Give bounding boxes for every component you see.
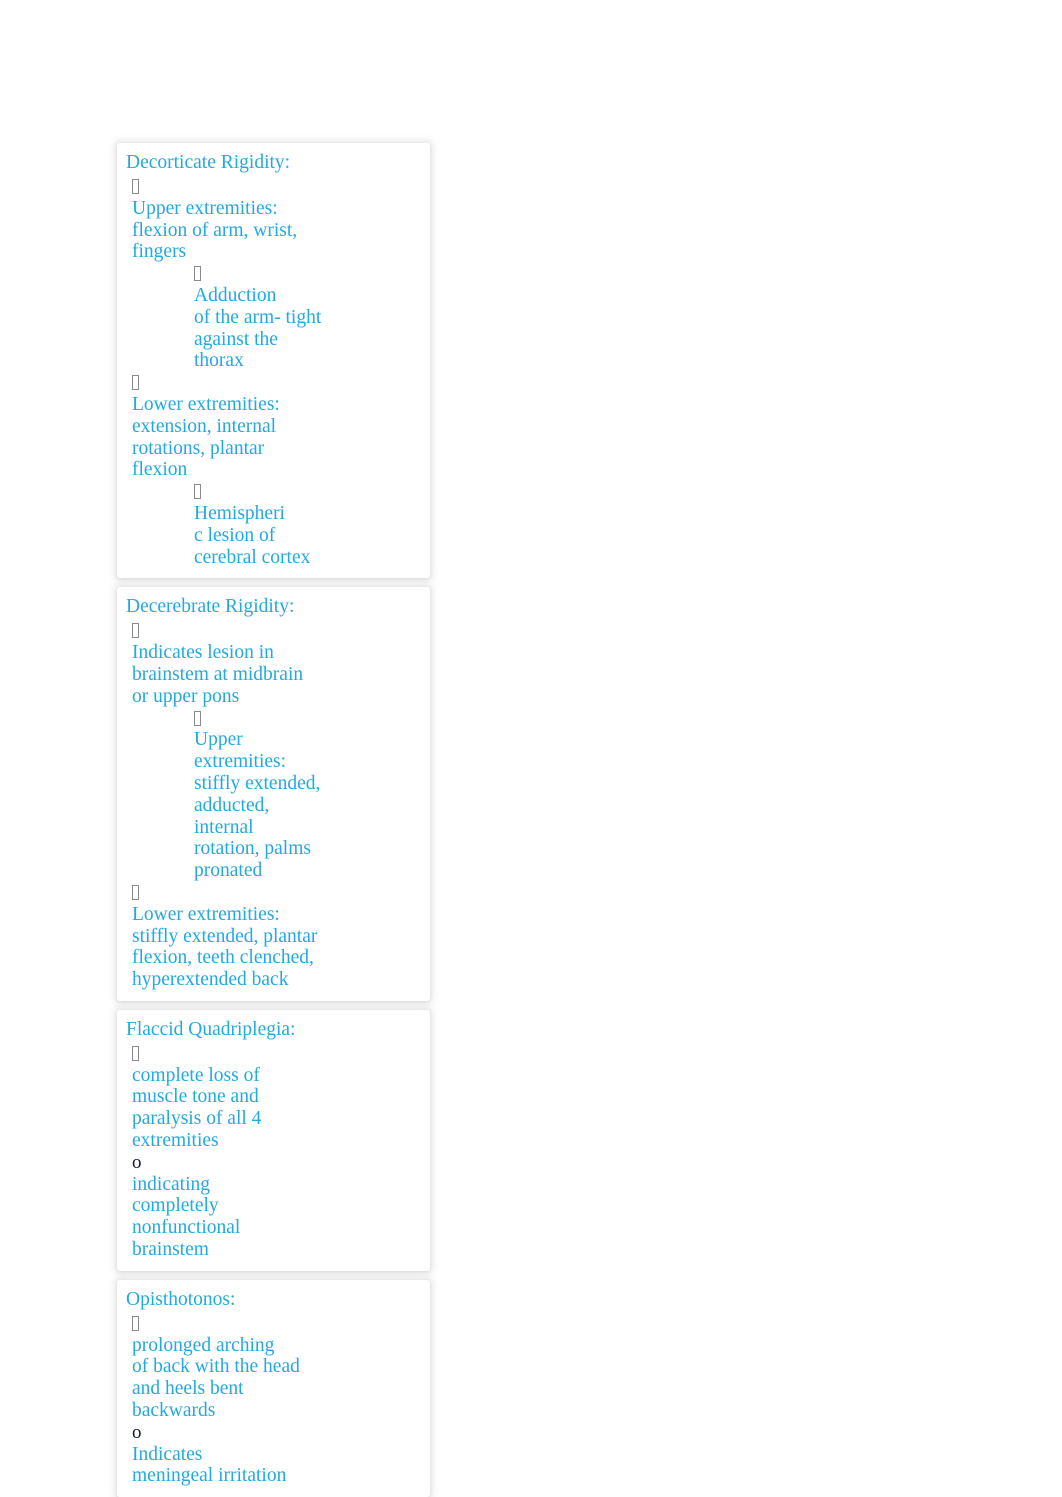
document-section-card: Decerebrate Rigidity: Indicates lesion in… xyxy=(117,587,430,1001)
missing-glyph-bullet-icon xyxy=(132,1045,139,1061)
bullet-text-line: Indicates xyxy=(132,1443,203,1465)
missing-glyph-bullet-icon xyxy=(194,266,201,282)
bullet-text-line: thorax xyxy=(194,350,244,372)
bullet-item: o indicating completely nonfunctional brains… xyxy=(117,1152,430,1261)
bullet-text: Lower extremities: extension, internal rot… xyxy=(132,394,430,481)
bullet-text-line: or upper pons xyxy=(132,685,240,707)
bullet-text: prolonged arching of back with the head an… xyxy=(132,1335,430,1422)
missing-glyph-bullet-icon xyxy=(194,710,201,726)
bullet-text-line: meningeal irritation xyxy=(132,1465,287,1487)
bullet-text-line: c lesion of xyxy=(194,524,276,546)
bullet-text-line: fingers xyxy=(132,241,187,263)
bullet-text-line: stiffly extended, xyxy=(194,772,321,794)
document-canvas: Decorticate Rigidity: Upper extremities: f… xyxy=(0,0,1062,1497)
bullet-item: Hemispheri c lesion of cerebral cortex xyxy=(117,481,430,568)
bullet-text-line: Hemispheri xyxy=(194,502,285,524)
bullet-text-line: of back with the head xyxy=(132,1356,300,1378)
bullet-item: o Indicates meningeal irritation xyxy=(117,1422,430,1487)
missing-glyph-bullet-icon xyxy=(132,375,139,391)
bullet-text-line: indicating xyxy=(132,1173,210,1195)
bullet-item: Lower extremities: extension, internal rot… xyxy=(117,372,430,481)
bullet-text-line: Lower extremities: xyxy=(132,393,280,415)
document-card-stack: Decorticate Rigidity: Upper extremities: f… xyxy=(117,143,430,1497)
document-section-card: Flaccid Quadriplegia: complete loss of mus… xyxy=(117,1009,430,1271)
section-heading: Opisthotonos: xyxy=(126,1288,236,1310)
missing-glyph-bullet-icon xyxy=(194,484,201,500)
bullet-text-line: complete loss of xyxy=(132,1064,260,1086)
bullet-text-line: flexion, teeth clenched, xyxy=(132,947,314,969)
bullet-text-line: rotations, plantar xyxy=(132,437,265,459)
bullet-item: prolonged arching of back with the head an… xyxy=(117,1313,430,1422)
bullet-text-line: muscle tone and xyxy=(132,1086,259,1108)
bullet-text-line: brainstem xyxy=(132,1239,209,1261)
bullet-text-line: and heels bent xyxy=(132,1378,244,1400)
circle-letter-bullet-icon: o xyxy=(132,1151,142,1173)
bullet-text-line: pronated xyxy=(194,860,263,882)
bullet-text-line: Upper extremities: xyxy=(132,197,278,219)
bullet-text-line: internal xyxy=(194,816,254,838)
bullet-text: Indicates meningeal irritation xyxy=(132,1444,430,1488)
bullet-text-line: Indicates lesion in xyxy=(132,642,274,664)
bullet-text-line: hyperextended back xyxy=(132,969,289,991)
bullet-text-line: prolonged arching xyxy=(132,1334,275,1356)
section-heading: Decerebrate Rigidity: xyxy=(126,596,295,618)
bullet-text: Lower extremities: stiffly extended, plan… xyxy=(132,904,430,991)
bullet-text: Upper extremities: flexion of arm, wrist,… xyxy=(132,198,430,263)
bullet-text-line: Lower extremities: xyxy=(132,903,280,925)
bullet-item: complete loss of muscle tone and paralysis… xyxy=(117,1043,430,1152)
bullet-text-line: flexion of arm, wrist, xyxy=(132,219,298,241)
bullet-text: Upper extremities: stiffly extended, adduct… xyxy=(194,729,430,882)
bullet-text: Hemispheri c lesion of cerebral cortex xyxy=(194,503,430,568)
bullet-text-line: completely xyxy=(132,1195,219,1217)
section-heading: Flaccid Quadriplegia: xyxy=(126,1018,296,1040)
bullet-text-line: Adduction xyxy=(194,284,277,306)
section-heading: Decorticate Rigidity: xyxy=(126,152,291,173)
bullet-item: Lower extremities: stiffly extended, plan… xyxy=(117,882,430,991)
bullet-text-line: extremities xyxy=(132,1130,219,1152)
bullet-text-line: against the xyxy=(194,328,278,350)
bullet-item: Adduction of the arm- tight against the tho… xyxy=(117,263,430,372)
bullet-text: indicating completely nonfunctional brainst… xyxy=(132,1174,430,1261)
bullet-text-line: stiffly extended, plantar xyxy=(132,925,318,947)
bullet-text-line: backwards xyxy=(132,1400,216,1422)
bullet-text-line: nonfunctional xyxy=(132,1217,241,1239)
bullet-text-line: flexion xyxy=(132,459,188,481)
bullet-text-line: extension, internal xyxy=(132,415,277,437)
bullet-text-line: brainstem at midbrain xyxy=(132,663,304,685)
missing-glyph-bullet-icon xyxy=(132,623,139,639)
bullet-text-line: rotation, palms xyxy=(194,838,311,860)
bullet-text: complete loss of muscle tone and paralysis… xyxy=(132,1065,430,1152)
bullet-text: Indicates lesion in brainstem at midbrain… xyxy=(132,642,430,707)
missing-glyph-bullet-icon xyxy=(132,1315,139,1331)
bullet-text-line: adducted, xyxy=(194,794,270,816)
bullet-text-line: Upper xyxy=(194,729,243,751)
document-section-card: Opisthotonos: prolonged arching of back wi… xyxy=(117,1279,430,1497)
bullet-text: Adduction of the arm- tight against the tho… xyxy=(194,285,430,372)
bullet-text-line: paralysis of all 4 xyxy=(132,1108,262,1130)
bullet-item: Indicates lesion in brainstem at midbrain… xyxy=(117,620,430,707)
document-section-card: Decorticate Rigidity: Upper extremities: f… xyxy=(117,143,430,579)
bullet-text-line: of the arm- tight xyxy=(194,306,322,328)
bullet-text-line: cerebral cortex xyxy=(194,546,311,568)
circle-letter-bullet-icon: o xyxy=(132,1421,142,1443)
bullet-item: Upper extremities: stiffly extended, adduct… xyxy=(117,708,430,882)
missing-glyph-bullet-icon xyxy=(132,179,139,194)
missing-glyph-bullet-icon xyxy=(132,884,139,900)
bullet-item: Upper extremities: flexion of arm, wrist,… xyxy=(117,176,430,263)
bullet-text-line: extremities: xyxy=(194,751,287,773)
